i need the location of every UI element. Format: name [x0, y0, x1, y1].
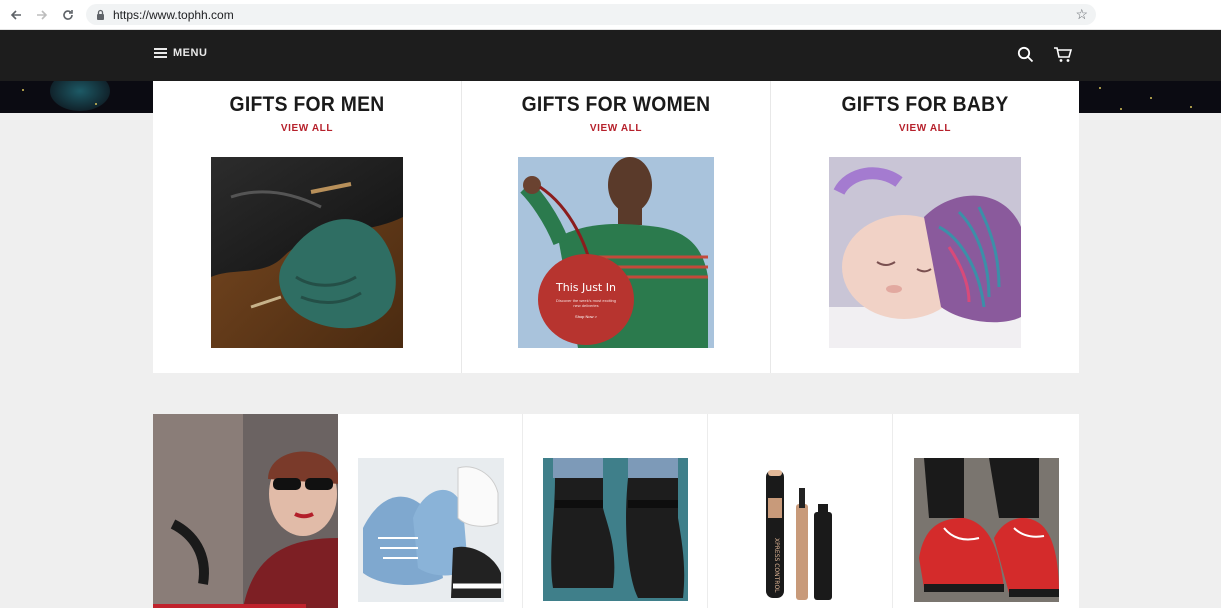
forward-button[interactable] — [29, 2, 55, 28]
cart-icon[interactable] — [1053, 46, 1072, 63]
arrow-right-icon — [37, 9, 48, 20]
bag-button: Shop Now > — [575, 313, 597, 319]
blue-sneakers-photo[interactable] — [358, 458, 504, 602]
mascara-label: XPRESS CONTROL — [773, 538, 780, 593]
woman-sunglasses-photo[interactable] — [153, 414, 338, 608]
address-bar[interactable]: https://www.tophh.com ☆ — [86, 4, 1096, 25]
browser-toolbar: https://www.tophh.com ☆ — [0, 0, 1221, 30]
gift-category-baby: GIFTS FOR BABY VIEW ALL — [771, 81, 1079, 373]
bag-headline: This Just In — [556, 280, 616, 294]
site-header: MENU — [0, 30, 1221, 81]
mascara-photo[interactable]: XPRESS CONTROL — [748, 468, 858, 604]
gift-title: GIFTS FOR MEN — [229, 93, 385, 116]
url-text: https://www.tophh.com — [113, 7, 234, 22]
lock-icon — [97, 9, 104, 20]
gift-title: GIFTS FOR BABY — [841, 93, 1009, 116]
red-bag: This Just In Discover the week's most ex… — [538, 254, 634, 345]
view-all-link[interactable]: VIEW ALL — [462, 123, 770, 134]
product-card[interactable] — [523, 414, 708, 608]
menu-label: MENU — [173, 47, 208, 59]
red-loafers-photo[interactable] — [914, 458, 1059, 602]
hamburger-icon — [154, 48, 167, 58]
view-all-link[interactable]: VIEW ALL — [153, 123, 461, 134]
active-indicator — [153, 604, 306, 608]
back-button[interactable] — [3, 2, 29, 28]
star-icon[interactable]: ☆ — [1075, 6, 1088, 23]
product-card[interactable] — [153, 414, 338, 608]
leather-shoes-and-tie-photo[interactable] — [211, 157, 403, 348]
product-card[interactable] — [338, 414, 523, 608]
black-ankle-boots-photo[interactable] — [543, 458, 688, 601]
arrow-left-icon — [10, 9, 21, 20]
sleeping-baby-photo[interactable] — [829, 157, 1021, 348]
product-row: XPRESS CONTROL — [153, 414, 1079, 608]
gift-category-men: GIFTS FOR MEN VIEW ALL — [153, 81, 462, 373]
view-all-link[interactable]: VIEW ALL — [771, 123, 1079, 134]
gift-title: GIFTS FOR WOMEN — [521, 93, 711, 116]
woman-with-red-bag-photo[interactable]: This Just In Discover the week's most ex… — [518, 157, 714, 348]
reload-button[interactable] — [55, 2, 81, 28]
product-card[interactable]: XPRESS CONTROL — [708, 414, 893, 608]
gift-category-women: GIFTS FOR WOMEN VIEW ALL This Just In Di… — [462, 81, 771, 373]
gift-categories: GIFTS FOR MEN VIEW ALL GIFTS FOR WOMEN V… — [153, 81, 1079, 373]
menu-button[interactable]: MENU — [154, 47, 207, 59]
product-card[interactable] — [893, 414, 1078, 608]
bag-subtext: Discover the week's most exciting new de… — [556, 297, 616, 308]
reload-icon — [63, 9, 73, 20]
search-icon[interactable] — [1017, 46, 1034, 63]
